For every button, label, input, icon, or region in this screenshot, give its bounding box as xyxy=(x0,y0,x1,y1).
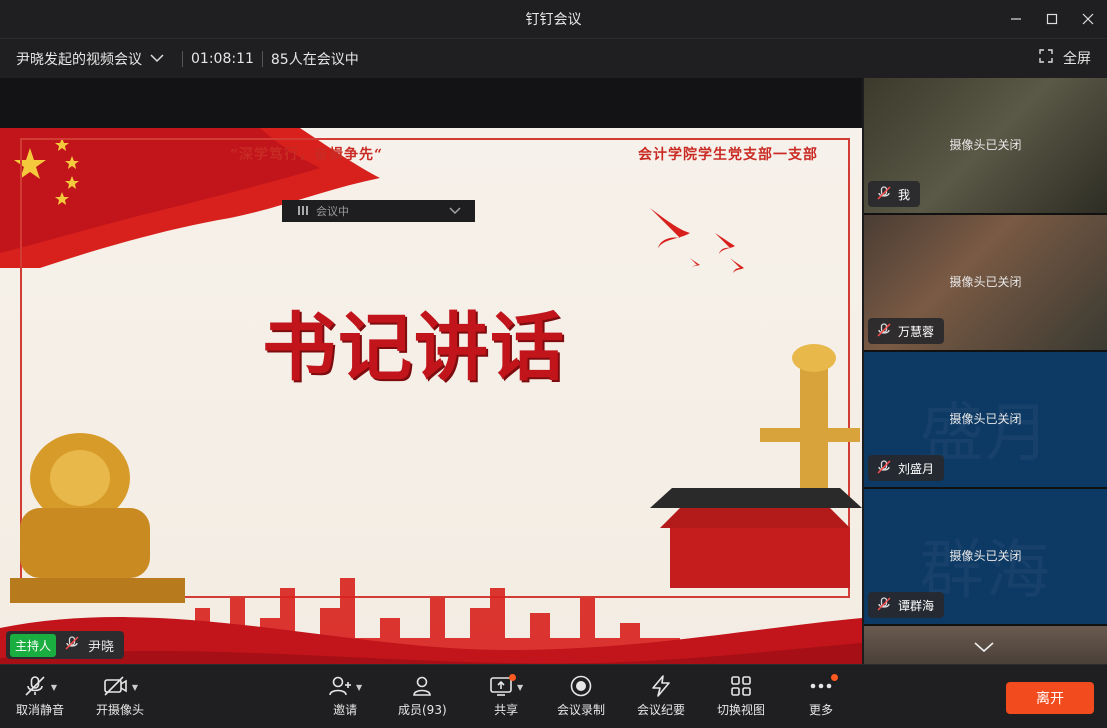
participant-tile[interactable]: 群海 摄像头已关闭 谭群海 xyxy=(864,489,1107,624)
scroll-down-icon[interactable] xyxy=(974,638,994,657)
minutes-button[interactable]: 会议纪要 xyxy=(637,673,685,723)
record-label: 会议录制 xyxy=(557,703,606,717)
more-icon xyxy=(808,673,838,701)
unmute-button[interactable]: ▼ 取消静音 xyxy=(16,673,64,723)
invite-button[interactable]: ▼ 邀请 xyxy=(328,673,362,723)
unmute-label: 取消静音 xyxy=(16,703,65,717)
slide-organization: 会计学院学生党支部一支部 xyxy=(638,147,818,163)
title-bar: 钉钉会议 xyxy=(0,0,1107,38)
lion-graphic xyxy=(10,433,185,603)
bottom-toolbar: ▼ 取消静音 ▼ 开摄像头 ▼ 邀请 成员(93) ▼ 共享 会议录制 会议纪要… xyxy=(0,664,1107,728)
divider xyxy=(261,50,263,67)
mic-muted-icon xyxy=(876,185,892,204)
screen-share-icon xyxy=(489,673,516,701)
participant-name: 我 xyxy=(898,187,911,202)
participant-name-chip: 刘盛月 xyxy=(868,455,945,481)
fullscreen-icon xyxy=(1039,49,1053,67)
meeting-duration: 01:08:11 xyxy=(191,50,254,67)
mic-muted-icon xyxy=(64,635,80,655)
participant-name-chip: 万慧蓉 xyxy=(868,318,945,344)
members-icon xyxy=(410,674,434,701)
caret-down-icon[interactable]: ▼ xyxy=(51,683,57,692)
switch-view-label: 切换视图 xyxy=(717,703,766,717)
fullscreen-button[interactable]: 全屏 xyxy=(1039,38,1091,78)
fullscreen-label: 全屏 xyxy=(1063,51,1091,67)
mic-muted-icon xyxy=(23,674,47,701)
participant-tile[interactable]: 摄像头已关闭 万慧蓉 xyxy=(864,215,1107,350)
host-badge: 主持人 xyxy=(10,633,57,657)
caret-down-icon[interactable]: ▼ xyxy=(132,683,138,692)
participant-name-chip: 我 xyxy=(868,181,921,207)
invite-label: 邀请 xyxy=(333,703,358,717)
participant-tile[interactable] xyxy=(864,626,1107,664)
camera-off-text: 摄像头已关闭 xyxy=(949,138,1022,152)
members-button[interactable]: 成员(93) xyxy=(398,673,447,723)
participant-name-chip: 谭群海 xyxy=(868,592,945,618)
bars-icon xyxy=(298,205,308,218)
camera-button[interactable]: ▼ 开摄像头 xyxy=(96,673,144,723)
close-icon[interactable] xyxy=(1071,0,1105,38)
more-button[interactable]: 更多 xyxy=(808,673,838,723)
participant-name: 谭群海 xyxy=(898,598,935,613)
chevron-down-icon[interactable] xyxy=(449,205,461,218)
huabiao-graphic xyxy=(650,344,862,588)
mic-muted-icon xyxy=(876,459,892,478)
caret-down-icon[interactable]: ▼ xyxy=(356,683,362,692)
slide-slogan: “深学笃行，奋楫争先“ xyxy=(230,147,384,163)
participant-count: 85人在会议中 xyxy=(270,51,359,68)
meeting-info-bar: 尹晓发起的视频会议 01:08:11 85人在会议中 xyxy=(0,38,1107,78)
notification-dot xyxy=(509,673,516,681)
slide-overlay-bar: 会议中 xyxy=(282,200,475,222)
grid-icon xyxy=(729,674,753,701)
switch-view-button[interactable]: 切换视图 xyxy=(717,673,765,723)
meeting-name[interactable]: 尹晓发起的视频会议 xyxy=(16,49,142,69)
chevron-down-icon[interactable] xyxy=(150,51,164,67)
main-stage: “深学笃行，奋楫争先“ 会计学院学生党支部一支部 书记讲话 会议中 xyxy=(0,78,862,690)
minutes-label: 会议纪要 xyxy=(637,703,686,717)
doves-graphic xyxy=(650,208,744,273)
window-title: 钉钉会议 xyxy=(525,12,582,28)
minimize-icon[interactable] xyxy=(999,0,1033,38)
participant-tile[interactable]: 摄像头已关闭 我 xyxy=(864,78,1107,213)
participant-tile[interactable]: 盛月 摄像头已关闭 刘盛月 xyxy=(864,352,1107,487)
members-label: 成员(93) xyxy=(398,703,447,717)
add-user-icon xyxy=(328,674,352,701)
participant-panel: 摄像头已关闭 我 摄像头已关闭 万慧蓉 盛月 摄像头已关闭 刘盛月 群海 摄像头… xyxy=(864,78,1107,664)
share-label: 共享 xyxy=(494,703,519,717)
lightning-icon xyxy=(649,674,673,701)
maximize-icon[interactable] xyxy=(1035,0,1069,38)
caret-down-icon[interactable]: ▼ xyxy=(517,683,523,692)
slide-headline: 书记讲话 xyxy=(262,305,566,391)
presenter-label: 主持人 尹晓 xyxy=(6,631,125,659)
slide-overlay-label: 会议中 xyxy=(316,205,349,218)
mic-muted-icon xyxy=(876,596,892,615)
more-label: 更多 xyxy=(808,703,833,717)
camera-off-text: 摄像头已关闭 xyxy=(949,412,1022,426)
camera-off-text: 摄像头已关闭 xyxy=(949,275,1022,289)
mic-muted-icon xyxy=(876,322,892,341)
share-button[interactable]: ▼ 共享 xyxy=(489,673,523,723)
leave-button[interactable]: 离开 xyxy=(1006,682,1094,714)
record-icon xyxy=(569,674,593,701)
camera-off-text: 摄像头已关闭 xyxy=(949,549,1022,563)
notification-dot xyxy=(831,673,838,681)
camera-label: 开摄像头 xyxy=(96,703,145,717)
participant-name: 刘盛月 xyxy=(898,461,935,476)
participant-name: 万慧蓉 xyxy=(898,324,935,339)
divider xyxy=(182,50,183,67)
presenter-name: 尹晓 xyxy=(88,639,115,655)
record-button[interactable]: 会议录制 xyxy=(557,673,605,723)
camera-off-icon xyxy=(102,674,128,701)
